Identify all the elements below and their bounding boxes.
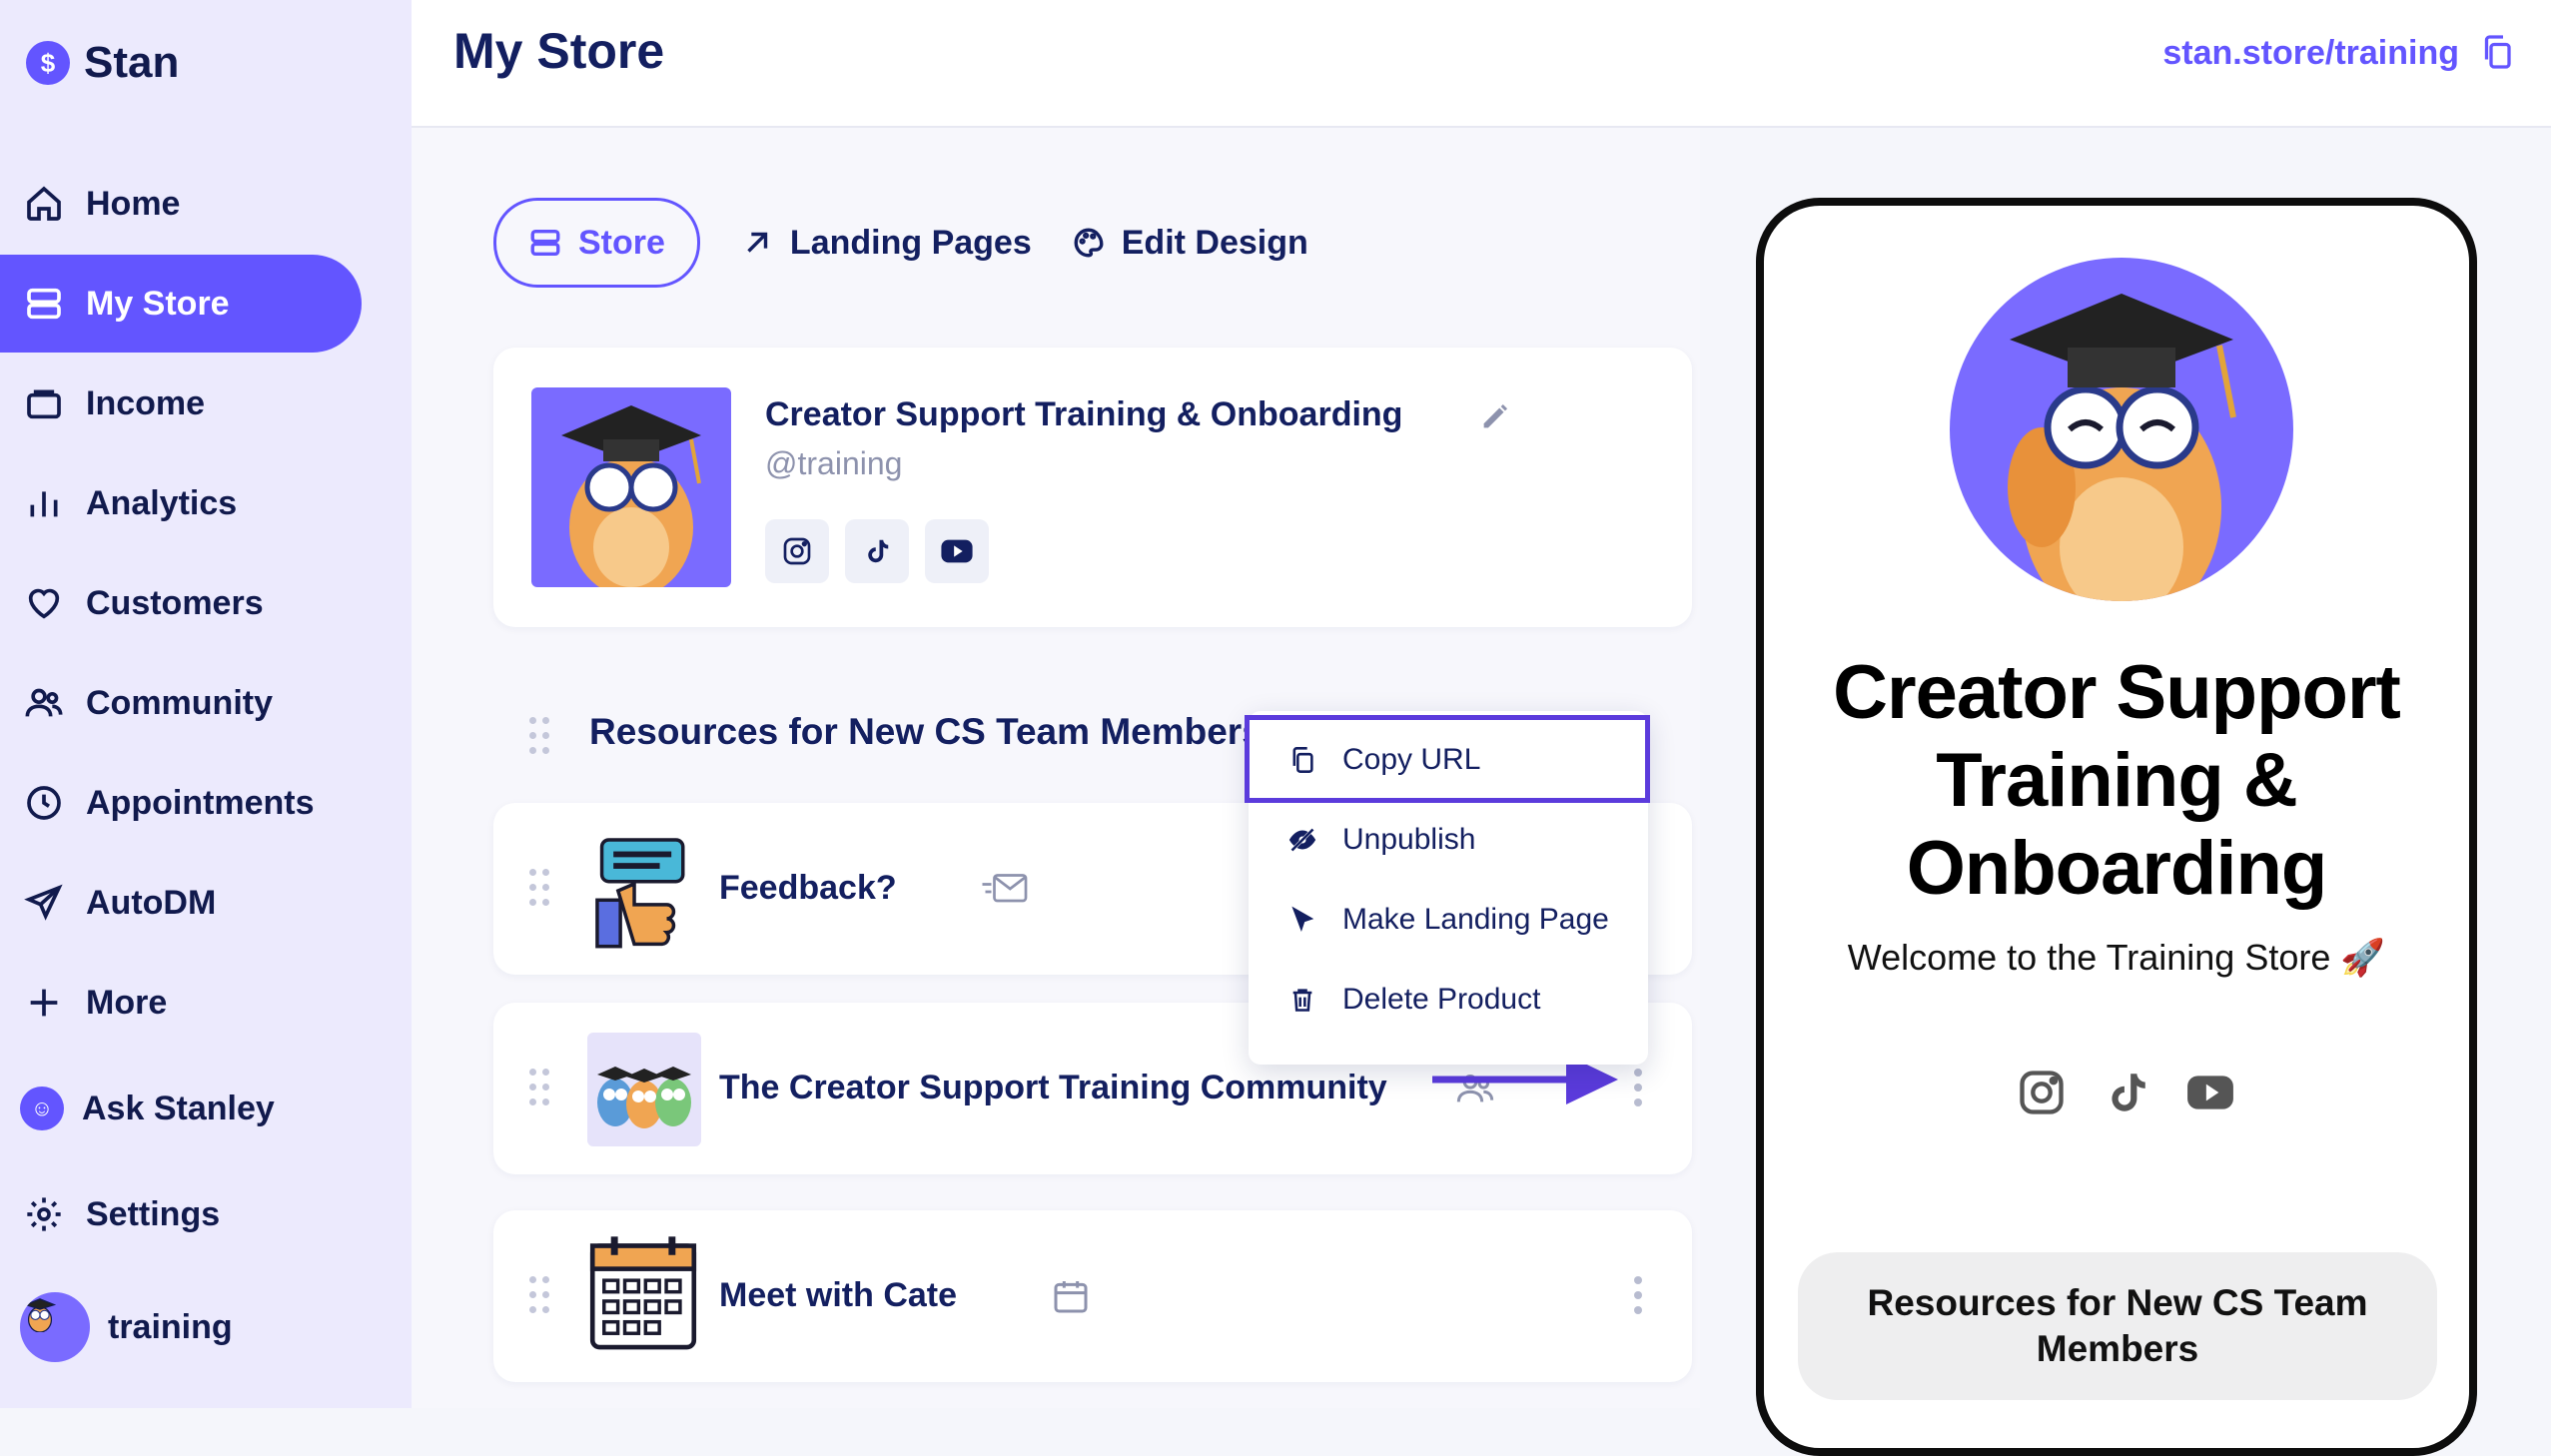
email-icon — [982, 874, 1028, 903]
store-icon — [530, 229, 560, 257]
sidebar-item-appointments[interactable]: Appointments — [0, 754, 362, 852]
sidebar-item-community[interactable]: Community — [0, 654, 362, 752]
menu-item-label: Make Landing Page — [1342, 903, 1609, 936]
tab-landing-pages[interactable]: Landing Pages — [740, 201, 1032, 285]
sidebar-item-ask-stanley[interactable]: ☺ Ask Stanley — [0, 1060, 362, 1157]
profile-name: Creator Support Training & Onboarding — [765, 395, 1403, 433]
top-header: My Store stan.store/training — [412, 0, 2551, 128]
trash-icon — [1292, 989, 1312, 1012]
sidebar-item-label: Analytics — [86, 483, 238, 522]
social-links — [765, 519, 989, 583]
product-title: Meet with Cate — [719, 1276, 958, 1314]
sidebar-item-my-store[interactable]: My Store — [0, 255, 362, 353]
sidebar-item-label: My Store — [86, 284, 230, 323]
sidebar-item-autodm[interactable]: AutoDM — [0, 854, 362, 952]
store-title: Creator Support Training & Onboarding — [1833, 650, 2401, 911]
sidebar-item-label: Ask Stanley — [82, 1089, 275, 1127]
youtube-icon[interactable] — [925, 519, 989, 583]
more-options-icon[interactable] — [1634, 1069, 1644, 1106]
store-icon — [27, 288, 61, 320]
stanley-icon: ☺ — [20, 1087, 64, 1130]
arrow-up-right-icon — [747, 232, 768, 253]
instagram-icon[interactable] — [2016, 1067, 2068, 1118]
menu-item-make-landing-page[interactable]: Make Landing Page — [1249, 881, 1648, 959]
tab-label: Store — [578, 223, 665, 262]
sidebar-item-income[interactable]: Income — [0, 355, 362, 452]
thumbs-up-icon — [595, 838, 685, 949]
wallet-icon — [27, 389, 61, 419]
copy-url-highlight — [1245, 715, 1650, 803]
menu-item-delete-product[interactable]: Delete Product — [1249, 961, 1648, 1039]
product-card[interactable]: Meet with Cate — [493, 1210, 1692, 1382]
avatar — [20, 1292, 90, 1362]
sidebar-item-label: More — [86, 983, 168, 1022]
sidebar-item-label: Income — [86, 383, 206, 422]
tab-label: Edit Design — [1121, 223, 1308, 262]
calendar-icon — [1054, 1281, 1088, 1313]
brand-name: Stan — [84, 38, 180, 87]
drag-handle[interactable] — [529, 1069, 553, 1108]
copy-icon[interactable] — [2479, 32, 2515, 72]
store-social-links — [2016, 1067, 2235, 1118]
drag-handle[interactable] — [529, 717, 553, 757]
store-subtitle: Welcome to the Training Store 🚀 — [1847, 937, 2386, 978]
youtube-icon[interactable] — [2185, 1073, 2235, 1112]
drag-handle[interactable] — [529, 869, 553, 909]
palette-icon — [1074, 228, 1104, 258]
profile-handle: @training — [765, 445, 903, 481]
pencil-icon[interactable] — [1478, 399, 1512, 433]
store-section-button[interactable]: Resources for New CS Team Members — [1798, 1252, 2437, 1400]
tiktok-icon[interactable] — [845, 519, 909, 583]
calendar-thumbnail — [589, 1236, 697, 1350]
cursor-icon — [1291, 906, 1314, 933]
profile-image[interactable] — [531, 387, 731, 587]
tab-edit-design[interactable]: Edit Design — [1072, 201, 1308, 285]
page-title: My Store — [453, 23, 665, 79]
sidebar-item-label: Settings — [86, 1194, 221, 1233]
users-icon — [25, 688, 63, 717]
home-icon — [27, 186, 61, 221]
section-title: Resources for New CS Team Members — [589, 711, 1263, 752]
eye-off-icon — [1288, 828, 1316, 852]
product-title: The Creator Support Training Community — [719, 1069, 1387, 1106]
gear-icon — [27, 1197, 61, 1231]
tiktok-icon[interactable] — [2102, 1067, 2151, 1118]
sidebar-item-label: training — [108, 1307, 233, 1346]
brand[interactable]: $ Stan — [26, 38, 179, 88]
plus-icon — [30, 989, 58, 1017]
menu-item-label: Unpublish — [1342, 823, 1476, 856]
menu-item-label: Delete Product — [1342, 983, 1541, 1016]
instagram-icon[interactable] — [765, 519, 829, 583]
owls-thumbnail — [587, 1033, 701, 1146]
heart-icon — [28, 588, 60, 619]
sidebar-item-more[interactable]: More — [0, 954, 362, 1052]
product-title: Feedback? — [719, 869, 897, 907]
sidebar-item-label: Community — [86, 683, 273, 722]
drag-handle[interactable] — [529, 1276, 553, 1316]
sidebar-item-label: Home — [86, 184, 181, 223]
sidebar-item-analytics[interactable]: Analytics — [0, 454, 362, 552]
more-options-icon[interactable] — [1634, 1276, 1644, 1314]
tab-label: Landing Pages — [789, 223, 1032, 262]
sidebar-item-label: AutoDM — [86, 883, 217, 922]
store-tabs: Store Landing Pages Edit Design — [493, 198, 1308, 288]
sidebar-item-account[interactable]: training — [0, 1278, 362, 1376]
sidebar: $ Stan Home My Store Income Analytics Cu… — [0, 0, 412, 1408]
sidebar-item-settings[interactable]: Settings — [0, 1165, 362, 1263]
sidebar-item-label: Customers — [86, 583, 264, 622]
send-icon — [24, 884, 63, 921]
bar-chart-icon — [30, 491, 58, 517]
sidebar-item-customers[interactable]: Customers — [0, 554, 362, 652]
store-url-link[interactable]: stan.store/training — [2162, 34, 2459, 73]
phone-preview: Creator Support Training & Onboarding We… — [1756, 198, 2477, 1456]
sidebar-item-home[interactable]: Home — [0, 155, 362, 253]
tab-store[interactable]: Store — [493, 198, 700, 288]
store-avatar — [1950, 258, 2293, 601]
clock-icon — [27, 786, 61, 820]
sidebar-item-label: Appointments — [86, 783, 315, 822]
stan-logo-icon: $ — [26, 41, 70, 85]
profile-card: Creator Support Training & Onboarding @t… — [493, 348, 1692, 627]
menu-item-unpublish[interactable]: Unpublish — [1249, 801, 1648, 879]
